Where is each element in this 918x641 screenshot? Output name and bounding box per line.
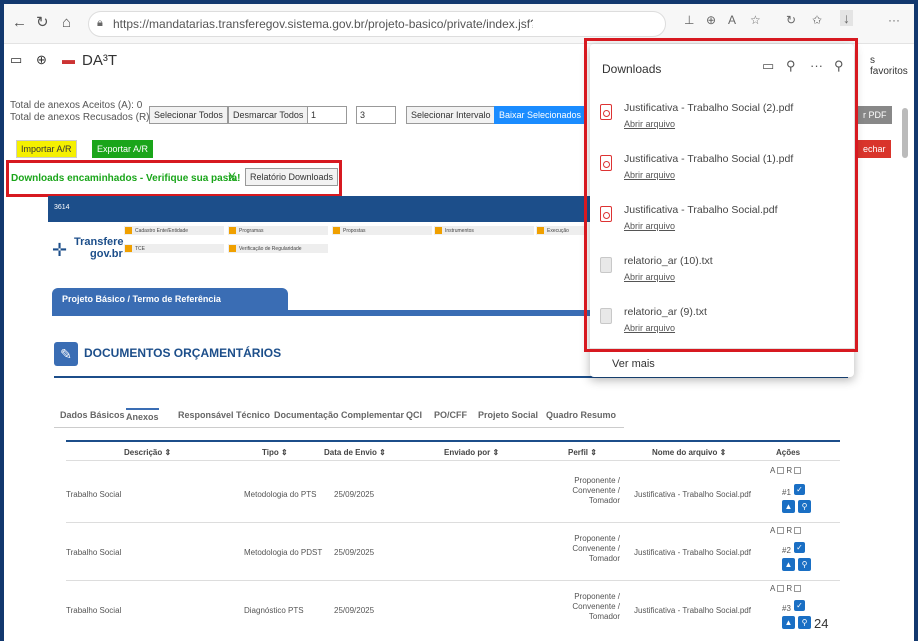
- tab-responsavel[interactable]: Responsável Técnico: [178, 410, 270, 420]
- menu-cadastro[interactable]: Cadastro Ente/Entidade: [124, 226, 224, 235]
- read-aloud-icon[interactable]: A: [728, 13, 736, 27]
- menu-execucao[interactable]: Execução: [536, 226, 584, 235]
- col-tipo[interactable]: Tipo ⇕: [262, 448, 288, 457]
- section-tab: Projeto Básico / Termo de Referência: [52, 288, 288, 310]
- pdf-button[interactable]: r PDF: [858, 106, 892, 124]
- search-icon[interactable]: ⚲: [798, 500, 811, 513]
- search-icon[interactable]: ⚲: [798, 616, 811, 629]
- tab-projeto-social[interactable]: Projeto Social: [478, 410, 538, 420]
- selecionar-todos-button[interactable]: Selecionar Todos: [149, 106, 228, 124]
- menu-propostas[interactable]: Propostas: [332, 226, 432, 235]
- flag-icon: ▬: [62, 52, 75, 67]
- page-title: DOCUMENTOS ORÇAMENTÁRIOS: [84, 346, 282, 360]
- menu-programas[interactable]: Programas: [228, 226, 328, 235]
- tab-anexos[interactable]: Anexos: [126, 408, 159, 422]
- table-top-rule: [66, 440, 840, 442]
- col-data[interactable]: Data de Envio ⇕: [324, 448, 386, 457]
- scrollbar-thumb[interactable]: [902, 108, 908, 158]
- lock-icon: 🔒︎: [97, 17, 103, 29]
- favorite-icon[interactable]: ☆: [750, 13, 761, 27]
- col-enviado[interactable]: Enviado por ⇕: [444, 448, 499, 457]
- menu-regularidade[interactable]: Verificação de Regularidade: [228, 244, 328, 253]
- baixar-selecionados-button[interactable]: Baixar Selecionados: [494, 106, 587, 124]
- selecionar-intervalo-button[interactable]: Selecionar Intervalo: [406, 106, 496, 124]
- reload-icon[interactable]: ↻: [36, 14, 49, 32]
- menu-tce[interactable]: TCE: [124, 244, 224, 253]
- logo-bottom: gov.br: [90, 248, 123, 260]
- install-icon[interactable]: ⊥: [684, 13, 694, 27]
- upload-icon[interactable]: ▲: [782, 500, 795, 513]
- upload-icon[interactable]: ▲: [782, 616, 795, 629]
- logo-top: Transfere: [74, 236, 124, 248]
- select-checkbox[interactable]: ✓: [794, 484, 805, 495]
- col-acoes: Ações: [776, 448, 801, 457]
- select-checkbox[interactable]: ✓: [794, 600, 805, 611]
- relatorio-downloads-button[interactable]: Relatório Downloads: [245, 168, 339, 186]
- favorites-icon[interactable]: ✩: [812, 13, 822, 27]
- tabs-bar: Dados Básicos Anexos Responsável Técnico…: [54, 402, 624, 428]
- range-to-input[interactable]: 3: [356, 106, 396, 124]
- downloads-message: Downloads encaminhados - Verifique sua p…: [11, 173, 241, 184]
- tab-dados-basicos[interactable]: Dados Básicos: [60, 410, 125, 420]
- close-message-icon[interactable]: X: [228, 170, 236, 184]
- col-arquivo[interactable]: Nome do arquivo ⇕: [652, 448, 726, 457]
- site-code: 3614: [54, 204, 70, 211]
- home-icon[interactable]: ⌂: [62, 14, 71, 32]
- downloads-icon[interactable]: ↓: [840, 10, 853, 26]
- url-text: https://mandatarias.transferegov.sistema…: [113, 17, 533, 31]
- fav-label[interactable]: DA³T: [82, 52, 117, 69]
- address-bar[interactable]: 🔒︎ https://mandatarias.transferegov.sist…: [88, 11, 666, 37]
- col-descricao[interactable]: Descrição ⇕: [124, 448, 171, 457]
- tab-po-cff[interactable]: PO/CFF: [434, 410, 467, 420]
- zoom-icon[interactable]: ⊕: [706, 13, 716, 27]
- tab-documentacao[interactable]: Documentação Complementar: [274, 410, 404, 420]
- tab-icon[interactable]: ▭: [10, 52, 22, 68]
- upload-icon[interactable]: ▲: [782, 558, 795, 571]
- favorites-label[interactable]: s favoritos: [870, 55, 914, 77]
- exportar-button[interactable]: Exportar A/R: [92, 140, 154, 158]
- logo-icon: ✛: [52, 240, 68, 260]
- col-perfil[interactable]: Perfil ⇕: [568, 448, 597, 457]
- recusados-label: Total de anexos Recusados (R): 0: [10, 112, 161, 123]
- select-checkbox[interactable]: ✓: [794, 542, 805, 553]
- globe-icon[interactable]: ⊕: [36, 52, 47, 68]
- fechar-button[interactable]: echar: [858, 140, 891, 158]
- tab-quadro-resumo[interactable]: Quadro Resumo: [546, 410, 616, 420]
- pencil-icon: ✎: [54, 342, 78, 366]
- importar-button[interactable]: Importar A/R: [16, 140, 77, 158]
- range-from-input[interactable]: 1: [307, 106, 347, 124]
- refresh-page-icon[interactable]: ↻: [786, 13, 796, 27]
- desmarcar-todos-button[interactable]: Desmarcar Todos: [228, 106, 309, 124]
- menu-instrumentos[interactable]: Instrumentos: [434, 226, 534, 235]
- browser-window: ← ↻ ⌂ 🔒︎ https://mandatarias.transferego…: [4, 4, 914, 641]
- search-icon[interactable]: ⚲: [798, 558, 811, 571]
- aceitos-label: Total de anexos Aceitos (A): 0: [10, 100, 143, 111]
- slide-number: 24: [814, 616, 829, 631]
- more-icon[interactable]: ···: [888, 13, 900, 27]
- ver-mais-link[interactable]: Ver mais: [612, 358, 655, 370]
- tab-qci[interactable]: QCI: [406, 410, 422, 420]
- header-rule: [66, 460, 840, 461]
- downloads-highlight: [584, 38, 858, 352]
- back-icon[interactable]: ←: [12, 14, 27, 32]
